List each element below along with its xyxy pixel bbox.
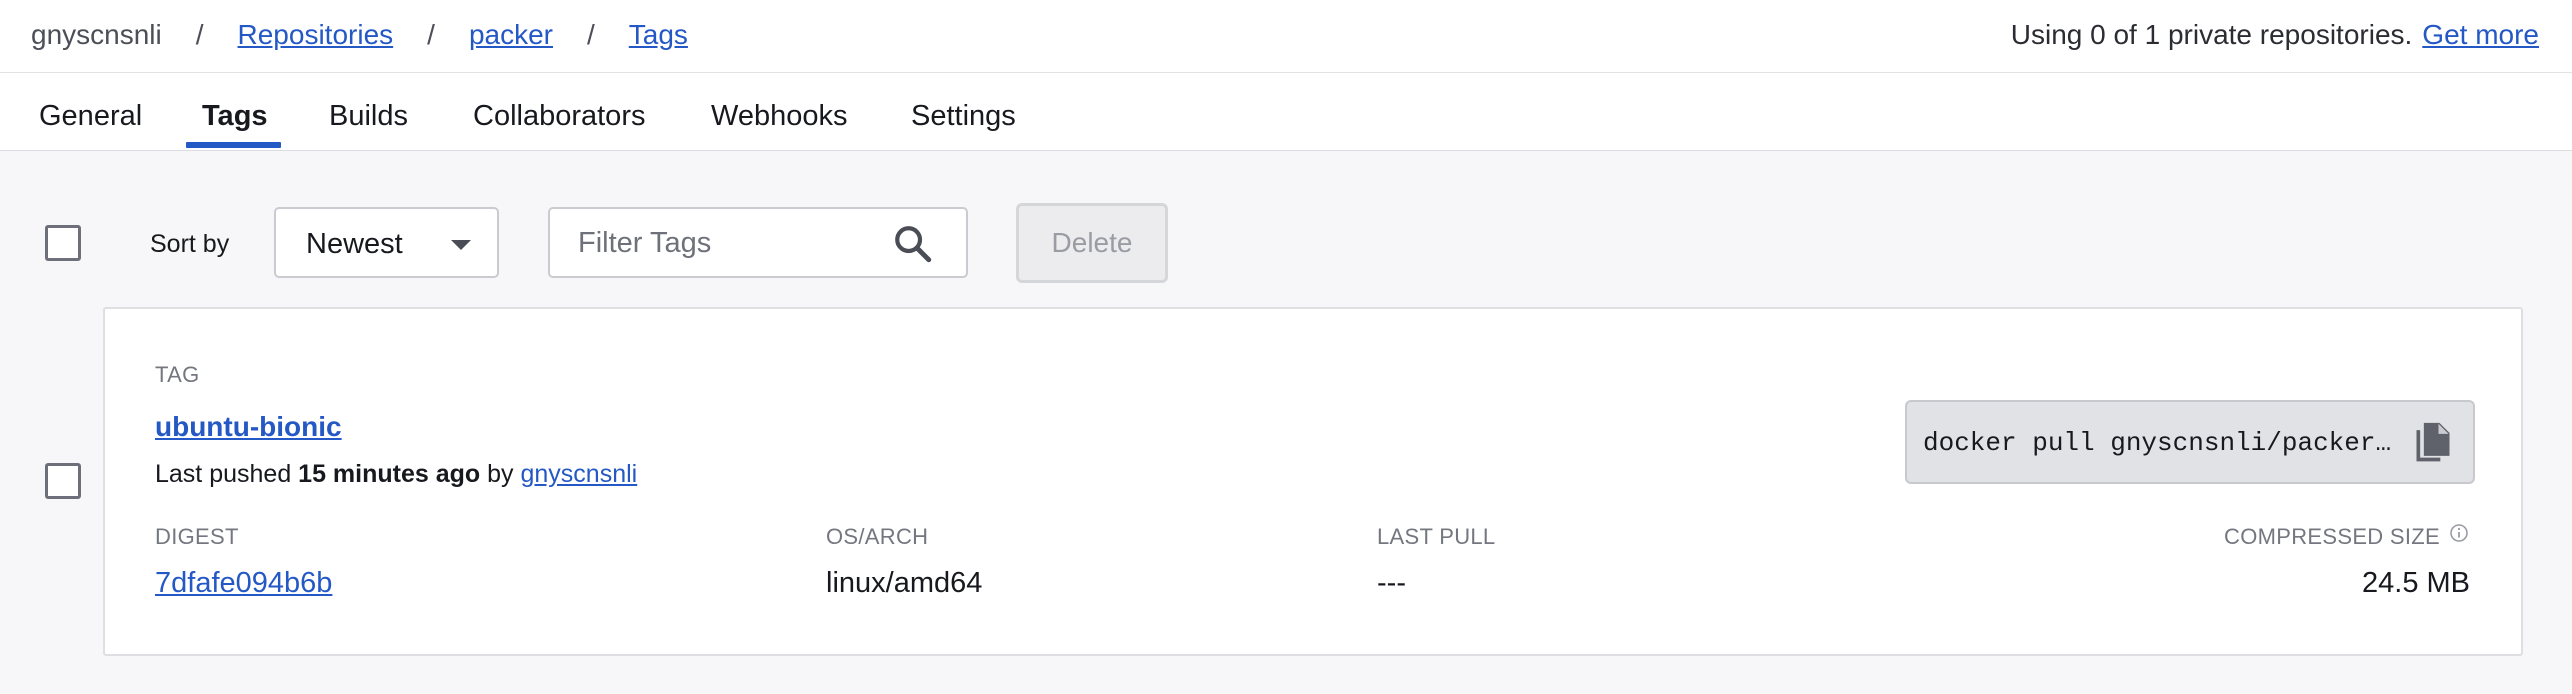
last-pull-value: --- — [1377, 567, 1406, 599]
info-icon[interactable] — [2449, 523, 2469, 543]
tab-bar: General Tags Builds Collaborators Webhoo… — [0, 73, 2572, 151]
private-repo-usage: Using 0 of 1 private repositories. Get mo… — [2011, 18, 2539, 52]
tab-webhooks[interactable]: Webhooks — [711, 98, 848, 134]
tab-collaborators[interactable]: Collaborators — [473, 98, 645, 134]
tag-card: TAG ubuntu-bionic Last pushed 15 minutes… — [103, 307, 2523, 656]
usage-text: Using 0 of 1 private repositories. — [2010, 19, 2413, 50]
copy-icon[interactable] — [2411, 420, 2455, 466]
tag-row-checkbox[interactable] — [45, 463, 81, 499]
filter-tags-input[interactable] — [578, 223, 878, 263]
sort-by-label: Sort by — [150, 230, 230, 258]
tab-tags[interactable]: Tags — [202, 98, 268, 134]
active-tab-indicator — [186, 142, 281, 148]
breadcrumb-repo-link[interactable]: packer — [469, 18, 553, 52]
breadcrumb-user: gnyscnsnli — [31, 19, 162, 50]
tab-general[interactable]: General — [39, 98, 142, 134]
compressed-size-value: 24.5 MB — [2362, 567, 2470, 599]
os-arch-value: linux/amd64 — [826, 567, 983, 599]
tab-builds[interactable]: Builds — [329, 98, 408, 134]
sort-select[interactable]: Newest — [274, 207, 499, 278]
last-pull-label: LAST PULL — [1377, 524, 1496, 549]
filter-tags-field[interactable] — [548, 207, 968, 278]
breadcrumb-separator: / — [427, 19, 435, 50]
delete-button[interactable]: Delete — [1016, 203, 1168, 283]
pull-command-text: docker pull gnyscnsnli/packer:ubuntu-bio… — [1923, 428, 2393, 458]
last-pushed-info: Last pushed 15 minutes ago by gnyscnsnli — [155, 459, 637, 489]
sort-select-value: Newest — [306, 228, 403, 260]
tag-section-label: TAG — [155, 362, 200, 387]
breadcrumb-tags-link[interactable]: Tags — [629, 18, 688, 52]
tag-name-link[interactable]: ubuntu-bionic — [155, 410, 342, 444]
tab-settings[interactable]: Settings — [911, 98, 1016, 134]
pushed-time: 15 minutes ago — [298, 460, 481, 488]
pushed-user-link[interactable]: gnyscnsnli — [520, 460, 637, 488]
pushed-prefix: Last pushed — [155, 460, 292, 488]
search-icon[interactable] — [892, 223, 934, 265]
breadcrumb-separator: / — [195, 19, 204, 50]
digest-label: DIGEST — [155, 524, 239, 549]
digest-link[interactable]: 7dfafe094b6b — [155, 566, 332, 600]
breadcrumb-separator: / — [586, 19, 595, 50]
pull-command-box: docker pull gnyscnsnli/packer:ubuntu-bio… — [1905, 400, 2475, 484]
get-more-link[interactable]: Get more — [2422, 19, 2539, 50]
breadcrumb: gnyscnsnli / Repositories / packer / Tag… — [31, 18, 688, 52]
breadcrumb-repositories-link[interactable]: Repositories — [238, 18, 394, 52]
os-arch-label: OS/ARCH — [826, 524, 929, 549]
compressed-size-label: COMPRESSED SIZE — [2224, 524, 2440, 549]
select-all-checkbox[interactable] — [45, 225, 81, 261]
chevron-down-icon — [451, 240, 471, 250]
pushed-by: by — [487, 460, 514, 488]
top-bar: gnyscnsnli / Repositories / packer / Tag… — [0, 0, 2572, 73]
